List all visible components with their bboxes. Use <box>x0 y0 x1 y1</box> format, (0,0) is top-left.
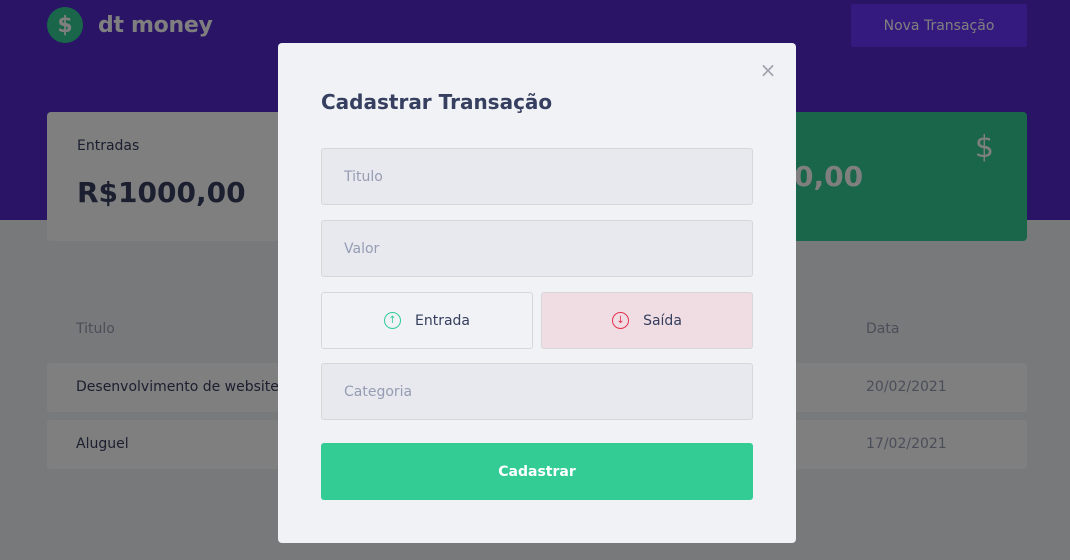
income-type-button[interactable]: ↑ Entrada <box>321 292 533 349</box>
outcome-type-label: Saída <box>643 312 682 329</box>
income-type-label: Entrada <box>414 312 470 329</box>
new-transaction-modal: × Cadastrar Transação ↑ Entrada ↓ Saída … <box>278 43 796 543</box>
outcome-type-button[interactable]: ↓ Saída <box>541 292 753 349</box>
arrow-down-circle-icon: ↓ <box>612 312 630 329</box>
title-input[interactable] <box>321 148 753 205</box>
modal-title: Cadastrar Transação <box>321 90 553 114</box>
category-input[interactable] <box>321 363 753 420</box>
arrow-up-circle-icon: ↑ <box>383 312 401 329</box>
submit-button[interactable]: Cadastrar <box>321 443 753 500</box>
close-icon[interactable]: × <box>758 58 778 82</box>
value-input[interactable] <box>321 220 753 277</box>
